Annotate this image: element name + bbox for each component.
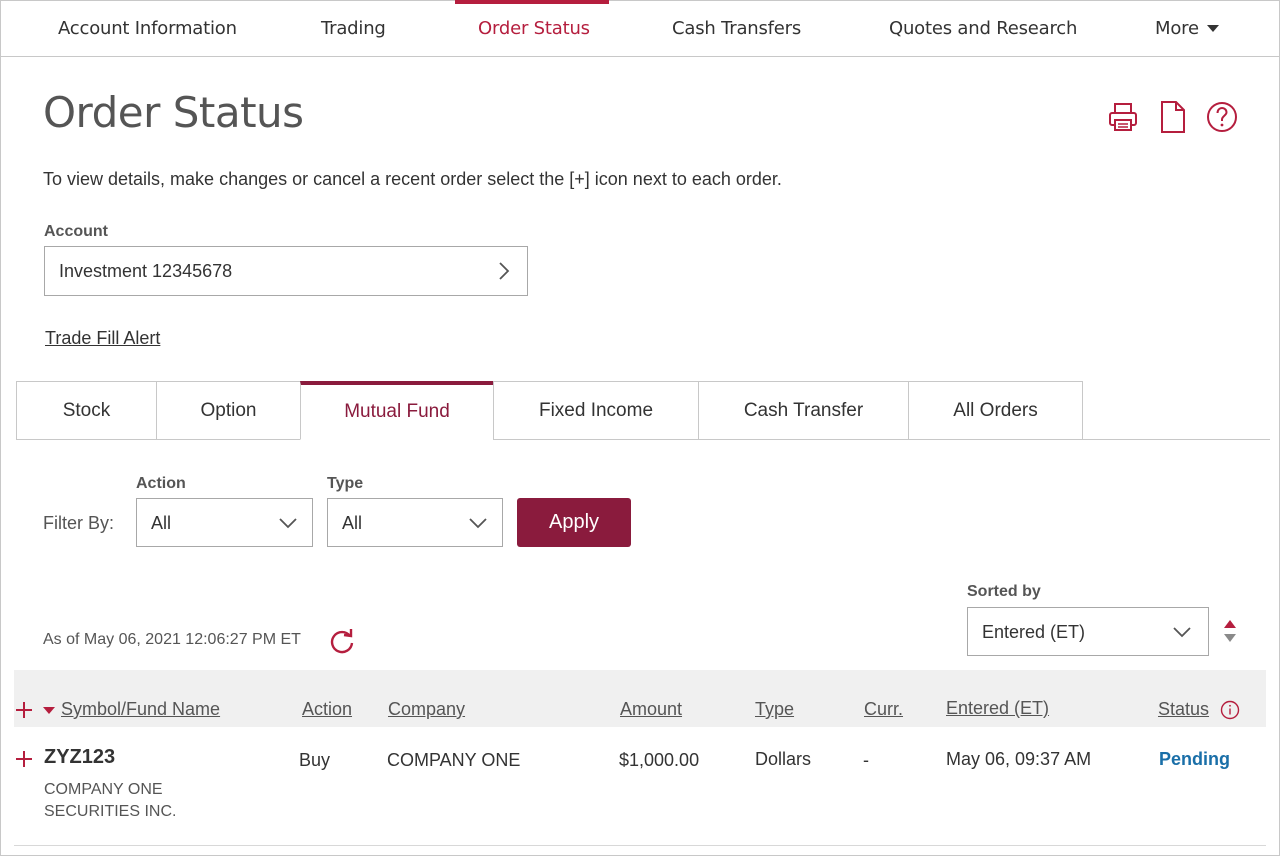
chevron-down-icon	[279, 518, 297, 529]
account-label: Account	[44, 223, 108, 240]
expand-row-plus-icon[interactable]	[15, 750, 33, 768]
col-amount[interactable]: Amount	[620, 699, 682, 720]
tab-mutual-fund[interactable]: Mutual Fund	[300, 381, 494, 440]
col-entered[interactable]: Entered (ET)	[946, 698, 1049, 719]
row-entered: May 06, 09:37 AM	[946, 749, 1092, 769]
row-action: Buy	[299, 750, 331, 770]
row-type: Dollars	[755, 749, 812, 769]
instructions-text: To view details, make changes or cancel …	[43, 169, 782, 189]
row-fund-name: COMPANY ONE SECURITIES INC.	[44, 781, 177, 820]
row-amount: $1,000.00	[619, 750, 700, 770]
nav-account-information[interactable]: Account Information	[58, 18, 237, 39]
chevron-down-icon	[1173, 627, 1191, 638]
type-filter-label: Type	[327, 475, 364, 492]
nav-more-label: More	[1155, 18, 1199, 39]
nav-more[interactable]: More	[1155, 18, 1219, 39]
tab-all-orders[interactable]: All Orders	[908, 381, 1083, 440]
document-icon[interactable]	[1157, 100, 1189, 134]
expand-all-plus-icon[interactable]	[15, 701, 33, 719]
tab-fixed-income[interactable]: Fixed Income	[493, 381, 699, 440]
col-type[interactable]: Type	[755, 699, 794, 720]
type-filter-select[interactable]: All	[327, 498, 503, 547]
sort-select[interactable]: Entered (ET)	[967, 607, 1209, 656]
chevron-right-icon	[499, 262, 510, 280]
caret-down-icon	[1206, 25, 1219, 32]
sorted-by-label: Sorted by	[967, 583, 1041, 600]
col-action[interactable]: Action	[302, 699, 352, 720]
nav-trading[interactable]: Trading	[321, 18, 386, 39]
info-icon[interactable]	[1220, 700, 1240, 720]
apply-button[interactable]: Apply	[517, 498, 631, 547]
row-divider	[14, 845, 1266, 846]
print-icon[interactable]	[1107, 100, 1139, 134]
row-company: COMPANY ONE	[387, 750, 521, 770]
sort-value: Entered (ET)	[982, 622, 1086, 642]
nav-quotes-and-research[interactable]: Quotes and Research	[889, 18, 1077, 39]
refresh-icon[interactable]	[328, 627, 356, 655]
help-icon[interactable]	[1206, 100, 1238, 134]
row-symbol[interactable]: ZYZ123	[44, 746, 115, 769]
as-of-timestamp: As of May 06, 2021 12:06:27 PM ET	[43, 631, 301, 648]
tab-option[interactable]: Option	[156, 381, 301, 440]
col-curr[interactable]: Curr.	[864, 699, 903, 720]
sort-order-icon[interactable]	[1222, 618, 1238, 644]
top-nav: Account Information Trading Order Status…	[1, 0, 1279, 57]
col-company[interactable]: Company	[388, 699, 465, 720]
nav-order-status[interactable]: Order Status	[478, 18, 590, 39]
account-selector[interactable]: Investment 12345678	[44, 246, 528, 296]
chevron-down-icon	[469, 518, 487, 529]
trade-fill-alert-link[interactable]: Trade Fill Alert	[45, 328, 160, 349]
row-curr: -	[863, 750, 869, 770]
action-filter-select[interactable]: All	[136, 498, 313, 547]
col-symbol-fund-name[interactable]: Symbol/Fund Name	[61, 699, 220, 720]
col-status[interactable]: Status	[1158, 699, 1209, 720]
sort-caret-down-icon[interactable]	[43, 707, 55, 714]
nav-cash-transfers[interactable]: Cash Transfers	[672, 18, 801, 39]
action-filter-label: Action	[136, 475, 186, 492]
row-status-badge[interactable]: Pending	[1159, 749, 1230, 770]
type-filter-value: All	[342, 513, 363, 533]
tab-stock[interactable]: Stock	[16, 381, 157, 440]
active-nav-indicator	[455, 0, 609, 4]
page-title: Order Status	[43, 88, 304, 137]
filter-by-label: Filter By:	[43, 513, 115, 533]
account-value: Investment 12345678	[59, 261, 233, 281]
action-filter-value: All	[151, 513, 172, 533]
tab-cash-transfer[interactable]: Cash Transfer	[698, 381, 909, 440]
